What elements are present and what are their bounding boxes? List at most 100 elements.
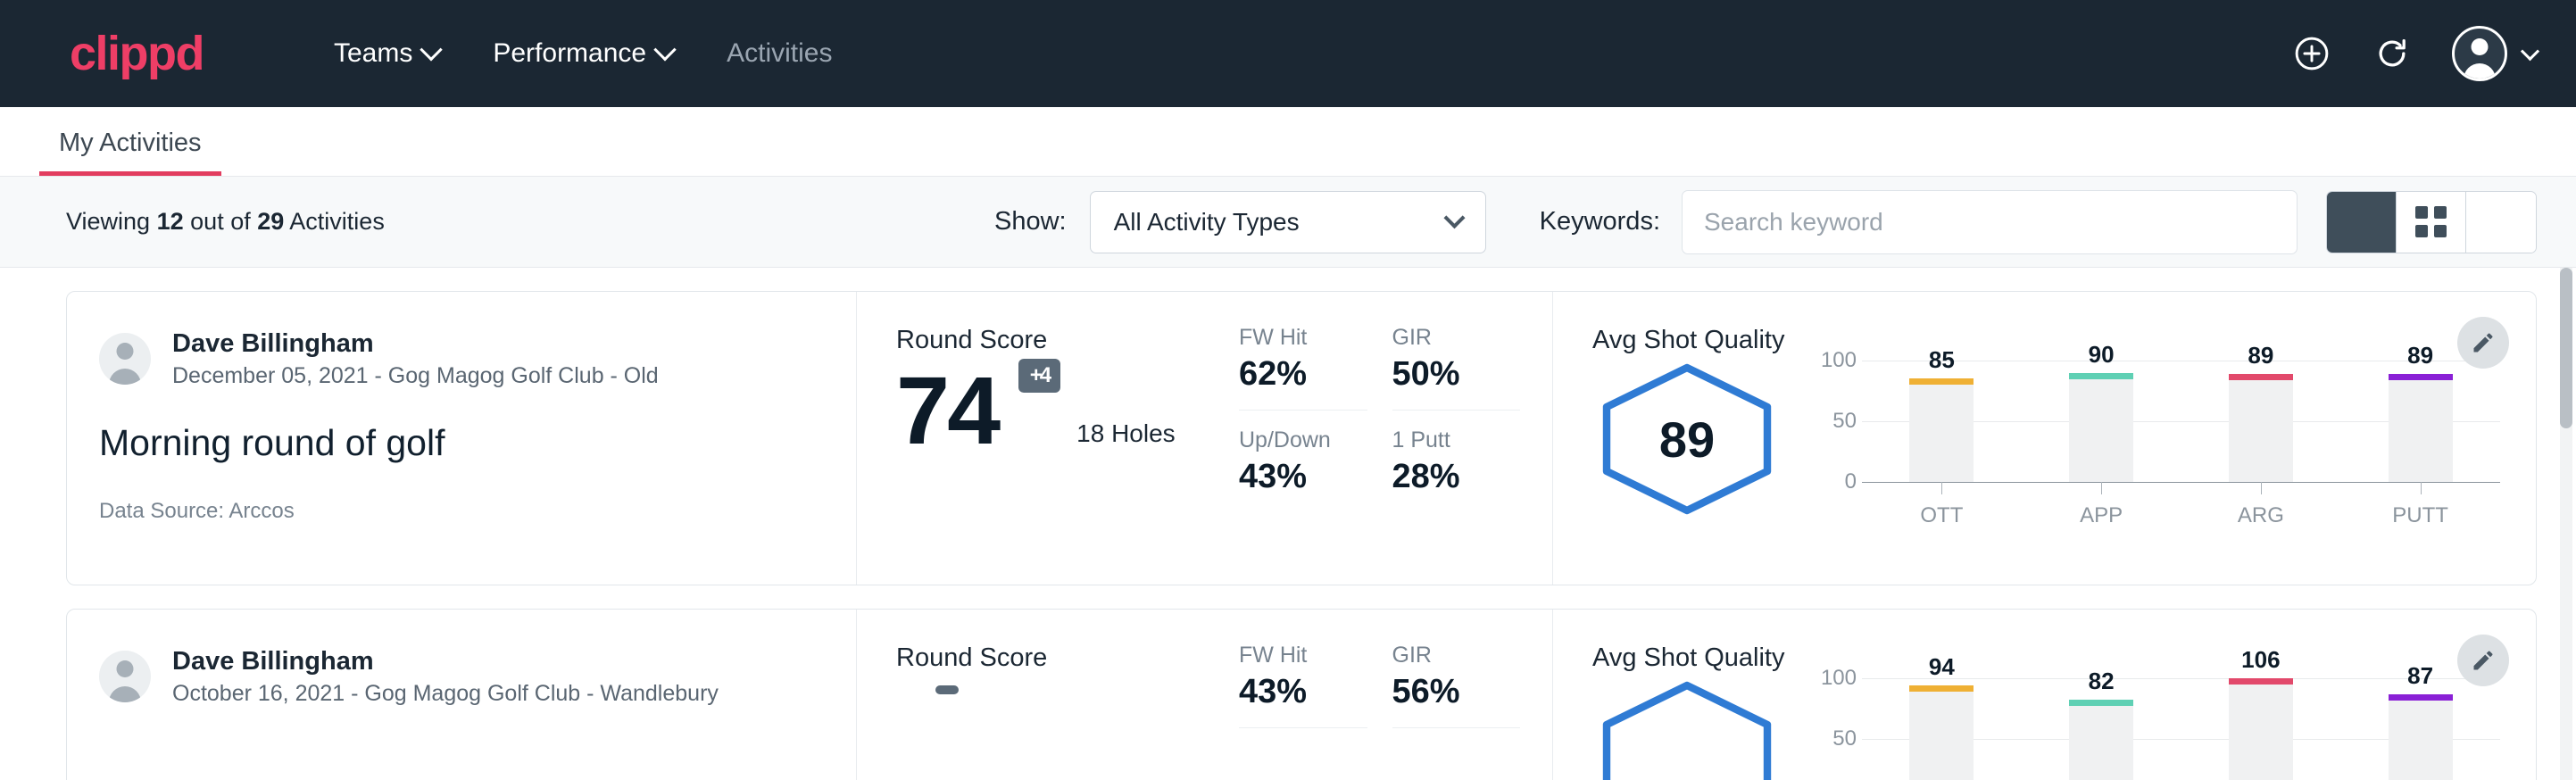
- chart-bar: 85: [1909, 378, 1974, 482]
- nav-item-label: Activities: [727, 38, 832, 69]
- score-delta-badge: +4: [1018, 359, 1060, 393]
- scrollbar-thumb[interactable]: [2560, 268, 2572, 428]
- activities-list: Dave Billingham December 05, 2021 - Gog …: [0, 268, 2576, 780]
- round-score-number: 74: [896, 356, 998, 464]
- stat-1-putt: [1392, 744, 1521, 766]
- chart-bar-cap: [1909, 685, 1974, 692]
- filter-controls: Show: All Activity Types Keywords: Searc…: [994, 190, 2537, 254]
- chart-x-label: PUTT: [2389, 482, 2453, 525]
- chart-bar-value: 85: [1929, 346, 1955, 374]
- chart-bar: 89: [2229, 374, 2293, 482]
- avg-shot-quality-section: Avg Shot Quality 89 100 50 0: [1553, 292, 2536, 585]
- refresh-icon[interactable]: [2372, 33, 2413, 74]
- stat-fw-hit: FW Hit 43%: [1239, 642, 1367, 728]
- round-score-label: Round Score: [896, 326, 1232, 355]
- activity-card[interactable]: Dave Billingham December 05, 2021 - Gog …: [66, 291, 2537, 585]
- account-menu[interactable]: [2452, 26, 2537, 81]
- pencil-icon: [2471, 648, 2496, 673]
- chart-bar-column: 85: [1909, 361, 1974, 482]
- round-score-section: Round Score 74 +4 18 Holes: [857, 292, 1232, 585]
- stat-gir: GIR 56%: [1392, 642, 1521, 728]
- stat-fw-hit: FW Hit 62%: [1239, 324, 1367, 411]
- activity-user: Dave Billingham October 16, 2021 - Gog M…: [99, 645, 824, 709]
- edit-activity-button[interactable]: [2457, 635, 2509, 686]
- compact-view-button[interactable]: [2466, 192, 2536, 253]
- round-score-value: 74 +4: [896, 364, 998, 457]
- avatar-body: [109, 369, 141, 385]
- chevron-down-icon: [2521, 42, 2539, 61]
- holes-label: 18 Holes: [1076, 419, 1176, 457]
- chart-bar-column: 106: [2229, 678, 2293, 780]
- tab-my-activities[interactable]: My Activities: [39, 129, 221, 176]
- grid-view-icon: [2415, 206, 2447, 237]
- y-tick: 50: [1832, 409, 1857, 434]
- viewing-suffix: Activities: [289, 208, 385, 235]
- avatar: [99, 651, 151, 702]
- avg-shot-quality-section: Avg Shot Quality 100 50 0: [1553, 610, 2536, 780]
- stat-value: 50%: [1392, 356, 1521, 394]
- stat-label: Up/Down: [1239, 427, 1367, 453]
- avatar-head: [117, 343, 134, 360]
- edit-activity-button[interactable]: [2457, 317, 2509, 369]
- activity-type-value: All Activity Types: [1114, 208, 1300, 236]
- avg-shot-quality-label: Avg Shot Quality: [1592, 326, 2500, 355]
- nav-item-performance[interactable]: Performance: [466, 29, 700, 78]
- search-input[interactable]: Search keyword: [1682, 190, 2298, 254]
- list-view-button[interactable]: [2327, 192, 2397, 253]
- avatar-body: [109, 686, 141, 702]
- add-icon[interactable]: [2291, 33, 2332, 74]
- chart-bar-cap: [2069, 700, 2133, 706]
- nav-item-activities[interactable]: Activities: [700, 29, 859, 78]
- chevron-down-icon: [1443, 207, 1465, 228]
- activity-type-select[interactable]: All Activity Types: [1090, 191, 1486, 253]
- nav-item-label: Performance: [493, 38, 646, 69]
- activity-identity: Dave Billingham October 16, 2021 - Gog M…: [67, 610, 857, 780]
- stat-label: GIR: [1392, 324, 1521, 351]
- shot-quality-chart: 100 50 0 85908989 OTTAPPARGPUTT: [1812, 361, 2500, 525]
- viewing-middle: out of: [190, 208, 251, 235]
- chart-bar-cap: [2389, 694, 2453, 701]
- clippd-logo[interactable]: clippd: [70, 29, 204, 78]
- chart-bar-column: 94: [1909, 678, 1974, 780]
- chart-bar: 87: [2389, 694, 2453, 780]
- stat-label: FW Hit: [1239, 324, 1367, 351]
- stat-value: 62%: [1239, 356, 1367, 394]
- activity-data-source: Data Source: Arccos: [99, 499, 824, 524]
- chart-bar: 94: [1909, 685, 1974, 780]
- chart-bar-cap: [2229, 374, 2293, 380]
- chart-bar: 82: [2069, 700, 2133, 780]
- chart-x-label: ARG: [2229, 482, 2293, 525]
- activity-card[interactable]: Dave Billingham October 16, 2021 - Gog M…: [66, 609, 2537, 780]
- activity-title: Morning round of golf: [99, 421, 824, 465]
- app-header: clippd Teams Performance Activities: [0, 0, 2576, 107]
- chart-bar-column: 89: [2229, 361, 2293, 482]
- filter-toolbar: Viewing 12 out of 29 Activities Show: Al…: [0, 177, 2576, 268]
- chart-x-label: OTT: [1909, 482, 1974, 525]
- viewing-prefix: Viewing: [66, 208, 150, 235]
- activity-user: Dave Billingham December 05, 2021 - Gog …: [99, 328, 824, 391]
- stat-label: 1 Putt: [1392, 427, 1521, 453]
- stat-value: 56%: [1392, 674, 1521, 711]
- stat-label: FW Hit: [1239, 642, 1367, 668]
- user-name: Dave Billingham: [172, 328, 659, 360]
- chart-bar-value: 89: [2407, 342, 2433, 369]
- chart-bar-column: 89: [2389, 361, 2453, 482]
- stat-value: 28%: [1392, 459, 1521, 496]
- avg-shot-quality-label: Avg Shot Quality: [1592, 643, 2500, 673]
- round-score-section: Round Score: [857, 610, 1232, 780]
- grid-view-button[interactable]: [2397, 192, 2466, 253]
- nav-item-label: Teams: [334, 38, 412, 69]
- chevron-down-icon: [420, 38, 443, 61]
- nav-item-teams[interactable]: Teams: [307, 29, 466, 78]
- chart-bar: 106: [2229, 678, 2293, 780]
- y-tick: 0: [1845, 469, 1857, 494]
- chart-plot-area: 94 82 106 87: [1862, 678, 2500, 780]
- user-name: Dave Billingham: [172, 645, 719, 677]
- activity-identity: Dave Billingham December 05, 2021 - Gog …: [67, 292, 857, 585]
- vertical-scrollbar[interactable]: [2560, 268, 2572, 780]
- activity-stats: FW Hit 43% GIR 56%: [1232, 610, 1553, 780]
- chart-bar-column: 87: [2389, 678, 2453, 780]
- chart-bar-column: 82: [2069, 678, 2133, 780]
- avatar-head: [2472, 38, 2489, 55]
- chart-bar: 90: [2069, 373, 2133, 482]
